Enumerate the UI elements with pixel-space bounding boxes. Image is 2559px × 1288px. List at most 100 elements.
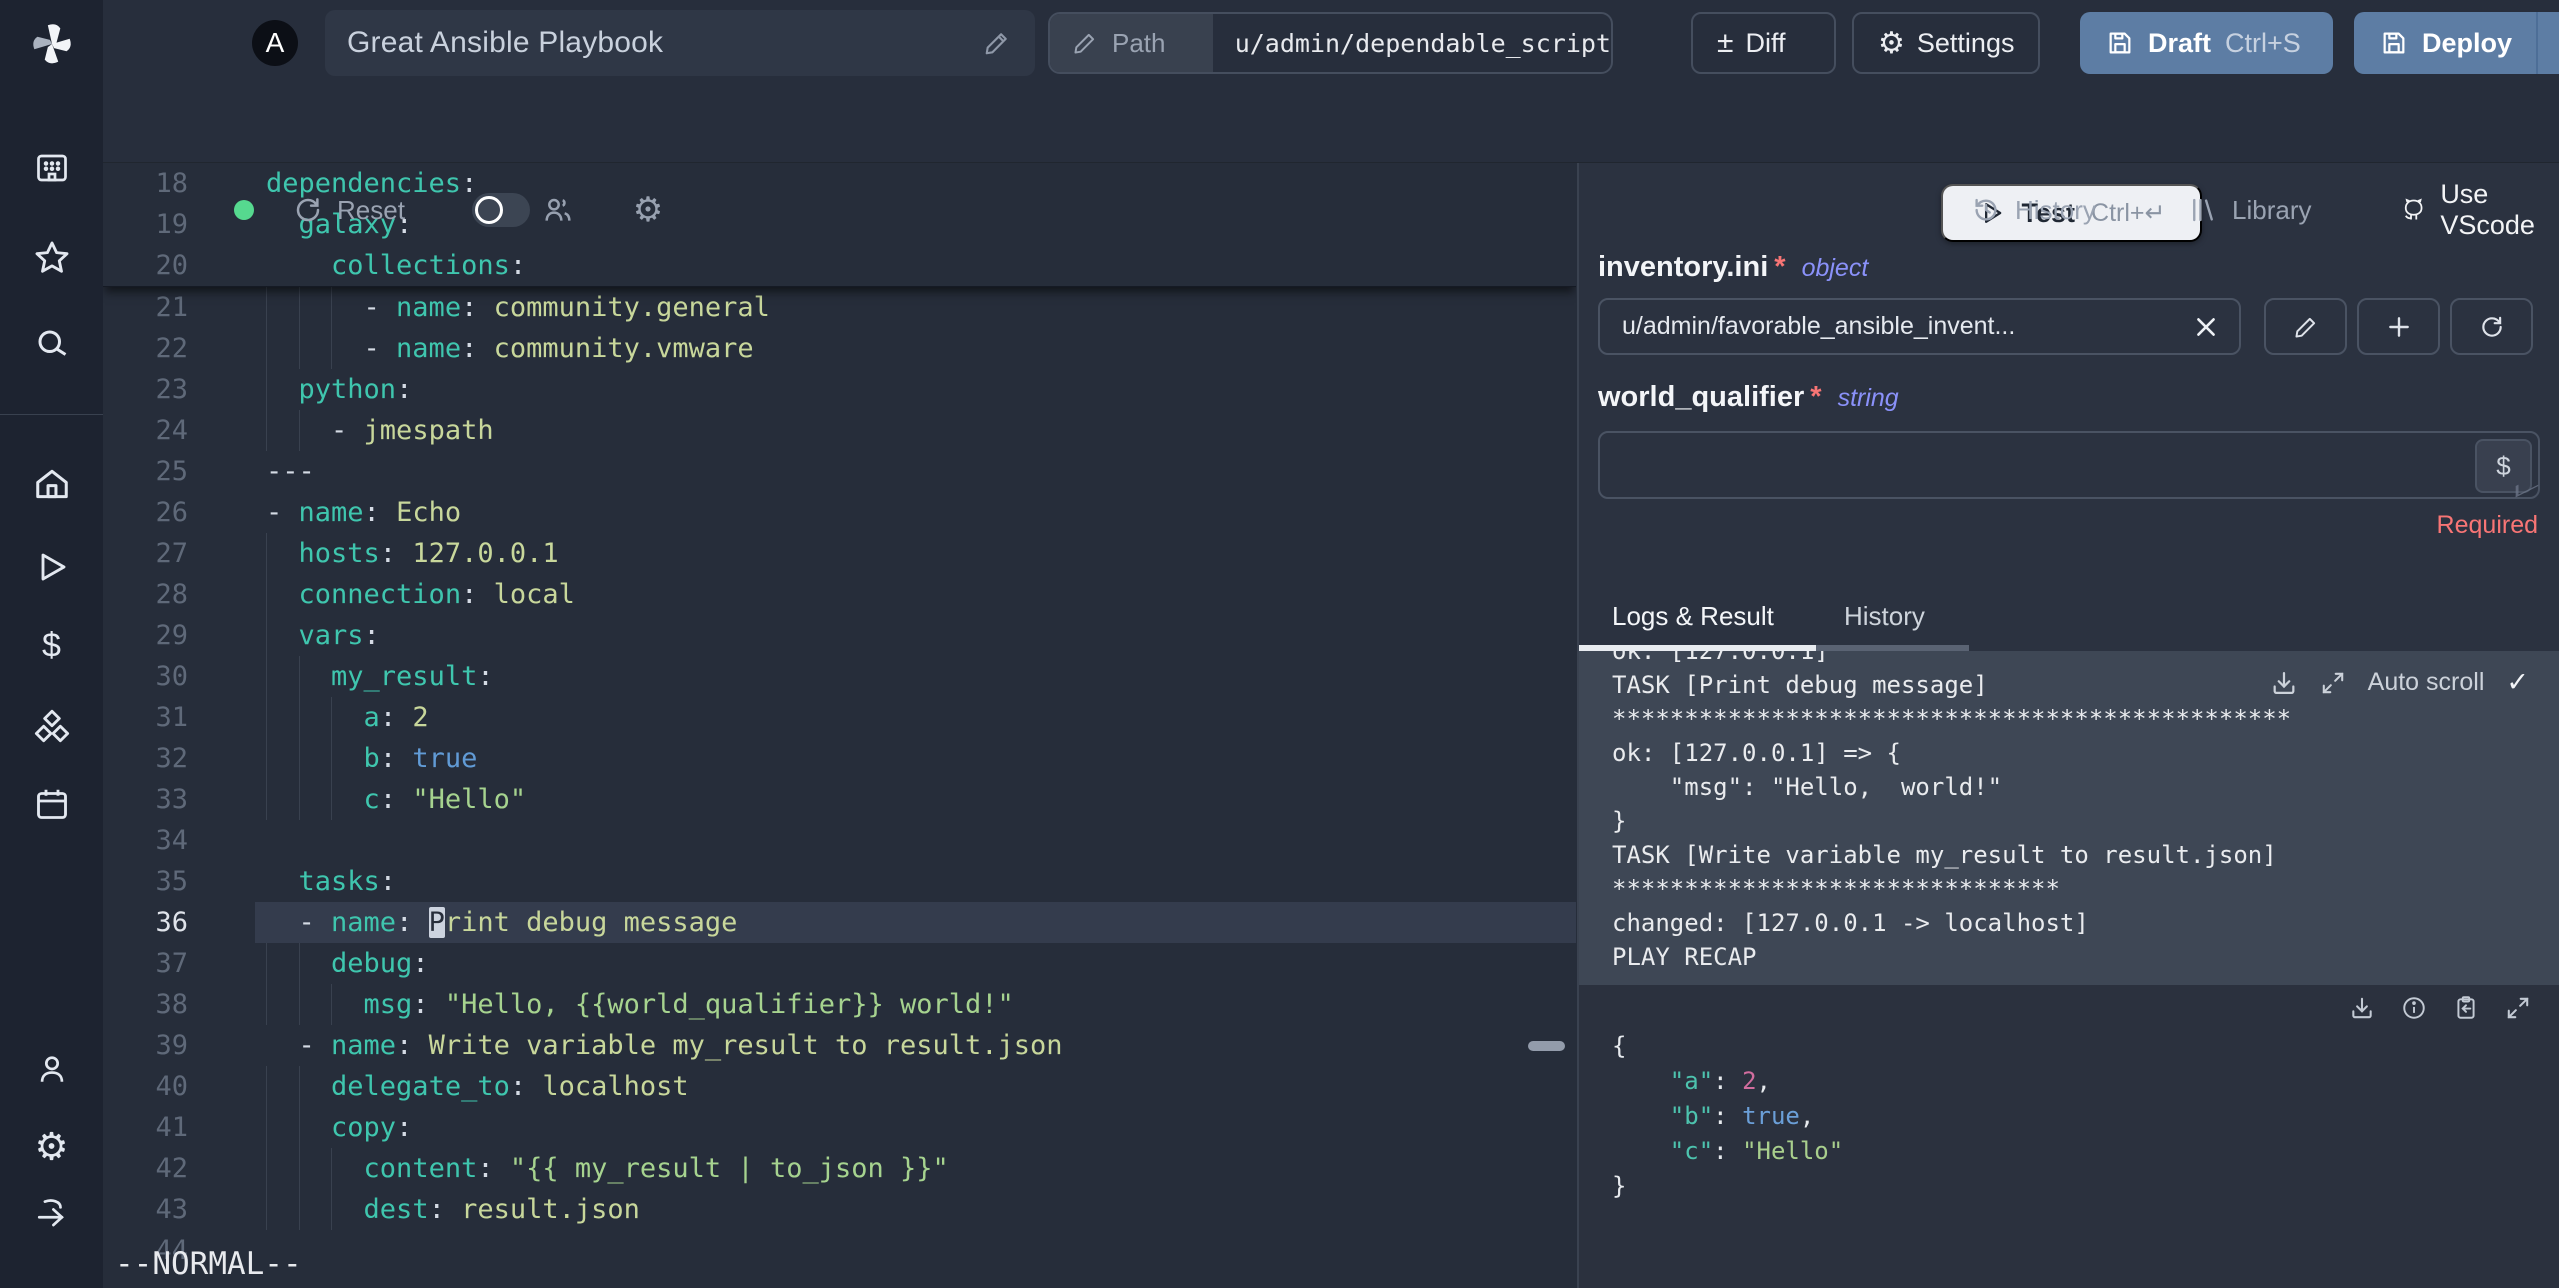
- code-token: true: [412, 743, 478, 774]
- diff-button[interactable]: ± Diff: [1691, 12, 1836, 74]
- code-line[interactable]: 31 a: 2: [103, 697, 1576, 738]
- reset-button[interactable]: Reset: [293, 184, 405, 236]
- download-result-icon[interactable]: [2349, 995, 2375, 1021]
- line-number: 24: [155, 415, 188, 446]
- diff-mode-toggle[interactable]: [472, 193, 530, 227]
- favorites-star-icon[interactable]: [33, 239, 71, 277]
- code-token: :: [428, 1194, 462, 1225]
- code-line[interactable]: 32 b: true: [103, 738, 1576, 779]
- history-button[interactable]: History: [1971, 184, 2096, 236]
- library-button[interactable]: Library: [2188, 184, 2311, 236]
- autoscroll-check-icon[interactable]: ✓: [2506, 667, 2529, 698]
- draft-button-label: Draft: [2148, 27, 2212, 58]
- code-token: python: [298, 374, 397, 405]
- code-line[interactable]: 28 connection: local: [103, 574, 1576, 615]
- script-title-input[interactable]: Great Ansible Playbook: [325, 10, 1035, 76]
- code-token: 2: [412, 702, 429, 733]
- code-token: -: [266, 333, 397, 364]
- json-line: "c": "Hello": [1612, 1134, 1843, 1169]
- windmill-logo-icon[interactable]: [26, 18, 78, 70]
- code-line[interactable]: 27 hosts: 127.0.0.1: [103, 533, 1576, 574]
- editor-lines[interactable]: 21 - name: community.general 22 - name: c…: [103, 287, 1576, 1271]
- code-line[interactable]: 36 - name: Print debug message: [103, 902, 1576, 943]
- code-line[interactable]: 35 tasks:: [103, 861, 1576, 902]
- variable-picker-button[interactable]: $: [2475, 439, 2532, 493]
- logout-icon[interactable]: [35, 1196, 69, 1230]
- collaborators-icon[interactable]: [542, 194, 574, 226]
- tab-logs-result[interactable]: Logs & Result: [1612, 601, 1774, 632]
- code-line[interactable]: 22 - name: community.vmware: [103, 328, 1576, 369]
- code-token: :: [412, 989, 445, 1020]
- add-resource-button[interactable]: [2357, 298, 2440, 355]
- code-line[interactable]: 30 my_result:: [103, 656, 1576, 697]
- logs-pane[interactable]: ok: [127.0.0.1] TASK [Print debug message…: [1579, 651, 2559, 985]
- expand-logs-icon[interactable]: [2320, 670, 2346, 696]
- autoscroll-label[interactable]: Auto scroll: [2368, 668, 2485, 697]
- schedules-calendar-icon[interactable]: [34, 786, 70, 822]
- code-line[interactable]: 40 delegate_to: localhost: [103, 1066, 1576, 1107]
- code-line[interactable]: 21 - name: community.general: [103, 287, 1576, 328]
- code-line[interactable]: 23 python:: [103, 369, 1576, 410]
- world-qualifier-textarea[interactable]: $: [1598, 431, 2540, 499]
- code-line[interactable]: 29 vars:: [103, 615, 1576, 656]
- expand-result-icon[interactable]: [2505, 995, 2531, 1021]
- draft-button[interactable]: Draft Ctrl+S: [2080, 12, 2333, 74]
- result-pane[interactable]: { "a": 2, "b": true, "c": "Hello"}: [1579, 985, 2559, 1288]
- code-line[interactable]: 33 c: "Hello": [103, 779, 1576, 820]
- code-token: :: [509, 250, 527, 281]
- code-token: b: [363, 743, 380, 774]
- account-user-icon[interactable]: [35, 1052, 69, 1086]
- editor-lines-area[interactable]: 21 - name: community.general 22 - name: c…: [103, 287, 1576, 1271]
- deploy-dropdown-chevron[interactable]: [2536, 12, 2559, 74]
- code-line[interactable]: 38 msg: "Hello, {{world_qualifier}} worl…: [103, 984, 1576, 1025]
- code-editor[interactable]: 21 - name: community.general 22 - name: c…: [103, 163, 1576, 1288]
- code-line[interactable]: 43 dest: result.json: [103, 1189, 1576, 1230]
- code-line[interactable]: 39 - name: Write variable my_result to r…: [103, 1025, 1576, 1066]
- edit-title-pencil-icon[interactable]: [983, 29, 1011, 57]
- download-logs-icon[interactable]: [2270, 669, 2298, 697]
- deploy-button[interactable]: Deploy: [2354, 12, 2559, 74]
- path-control[interactable]: Path u/admin/dependable_script: [1048, 12, 1613, 74]
- code-line[interactable]: 42 content: "{{ my_result | to_json }}": [103, 1148, 1576, 1189]
- code-line[interactable]: 37 debug:: [103, 943, 1576, 984]
- log-line: ****************************************…: [1612, 705, 2292, 733]
- variables-dollar-icon[interactable]: $: [42, 627, 61, 666]
- code-token: :: [461, 333, 494, 364]
- clear-x-icon[interactable]: [2173, 314, 2239, 340]
- code-line[interactable]: 41 copy:: [103, 1107, 1576, 1148]
- editor-settings-gear-icon[interactable]: ⚙: [633, 190, 663, 230]
- arg-world-qualifier-label: world_qualifier * string: [1598, 381, 1899, 414]
- run-panel: Test Ctrl+↵ inventory.ini * object u/adm…: [1577, 163, 2559, 1288]
- tab-history[interactable]: History: [1844, 601, 1925, 632]
- runs-play-icon[interactable]: [34, 549, 70, 585]
- workspace-icon[interactable]: [34, 150, 70, 186]
- resources-cubes-icon[interactable]: [32, 708, 72, 748]
- code-token: :: [379, 538, 413, 569]
- library-label: Library: [2232, 194, 2312, 225]
- use-vscode-button[interactable]: Use VScode: [2401, 179, 2559, 240]
- code-line[interactable]: 44: [103, 1230, 1576, 1271]
- inventory-resource-input[interactable]: u/admin/favorable_ansible_invent...: [1598, 298, 2241, 355]
- code-token: name: [396, 333, 462, 364]
- code-line[interactable]: 25 ---: [103, 451, 1576, 492]
- info-icon[interactable]: [2401, 995, 2427, 1021]
- home-icon[interactable]: [33, 465, 71, 503]
- code-line[interactable]: 24 - jmespath: [103, 410, 1576, 451]
- search-icon[interactable]: [34, 326, 70, 362]
- panel-resize-handle[interactable]: [1528, 1041, 1565, 1051]
- path-value: u/admin/dependable_script: [1234, 28, 1611, 58]
- code-token: -: [266, 1030, 332, 1061]
- settings-button[interactable]: ⚙ Settings: [1852, 12, 2040, 74]
- refresh-resource-button[interactable]: [2450, 298, 2533, 355]
- code-line[interactable]: 20 collections:: [103, 245, 1576, 286]
- copy-clipboard-icon[interactable]: [2453, 995, 2479, 1021]
- code-line[interactable]: 26 - name: Echo: [103, 492, 1576, 533]
- code-line[interactable]: 34: [103, 820, 1576, 861]
- line-number: 43: [155, 1194, 188, 1225]
- edit-resource-button[interactable]: [2264, 298, 2347, 355]
- settings-gear-icon[interactable]: ⚙: [34, 1125, 68, 1170]
